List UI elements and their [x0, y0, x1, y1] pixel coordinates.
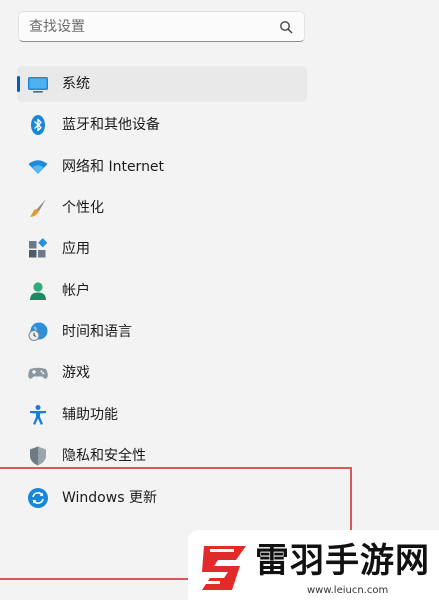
accessibility-icon	[26, 403, 50, 427]
brush-icon	[26, 196, 50, 220]
shield-icon	[26, 444, 50, 468]
watermark-logo-icon	[202, 546, 246, 590]
sidebar-item-label: 蓝牙和其他设备	[62, 117, 160, 133]
sidebar-item-label: 游戏	[62, 365, 90, 381]
sidebar-item-time-language[interactable]: 时间和语言	[17, 314, 307, 350]
watermark: 雷羽手游网 www.leiucn.com	[188, 530, 439, 600]
sidebar-item-label: 网络和 Internet	[62, 159, 165, 175]
sidebar-item-label: 辅助功能	[62, 407, 118, 423]
sidebar-item-personalization[interactable]: 个性化	[17, 190, 307, 226]
account-icon	[26, 279, 50, 303]
apps-icon	[26, 237, 50, 261]
selection-indicator	[17, 76, 20, 92]
sidebar-item-accessibility[interactable]: 辅助功能	[17, 397, 307, 433]
watermark-url: www.leiucn.com	[307, 585, 389, 596]
globe-clock-icon	[26, 320, 50, 344]
sidebar-item-gaming[interactable]: 游戏	[17, 355, 307, 391]
sidebar-item-apps[interactable]: 应用	[17, 231, 307, 267]
watermark-brand: 雷羽手游网	[255, 541, 430, 581]
sidebar-item-accounts[interactable]: 帐户	[17, 273, 307, 309]
sidebar-item-label: 个性化	[62, 200, 104, 216]
sidebar-item-label: 应用	[62, 241, 90, 257]
sidebar-item-label: 时间和语言	[62, 324, 132, 340]
sidebar-item-label: 帐户	[62, 283, 90, 299]
sidebar-item-network[interactable]: 网络和 Internet	[17, 149, 307, 185]
bluetooth-icon	[26, 113, 50, 137]
wifi-icon	[26, 155, 50, 179]
sidebar-item-system[interactable]: 系统	[17, 66, 307, 102]
system-display-icon	[26, 72, 50, 96]
sidebar-item-label: 系统	[62, 76, 90, 92]
sidebar-item-label: 隐私和安全性	[62, 448, 146, 464]
sidebar-item-bluetooth[interactable]: 蓝牙和其他设备	[17, 107, 307, 143]
gamepad-icon	[26, 361, 50, 385]
